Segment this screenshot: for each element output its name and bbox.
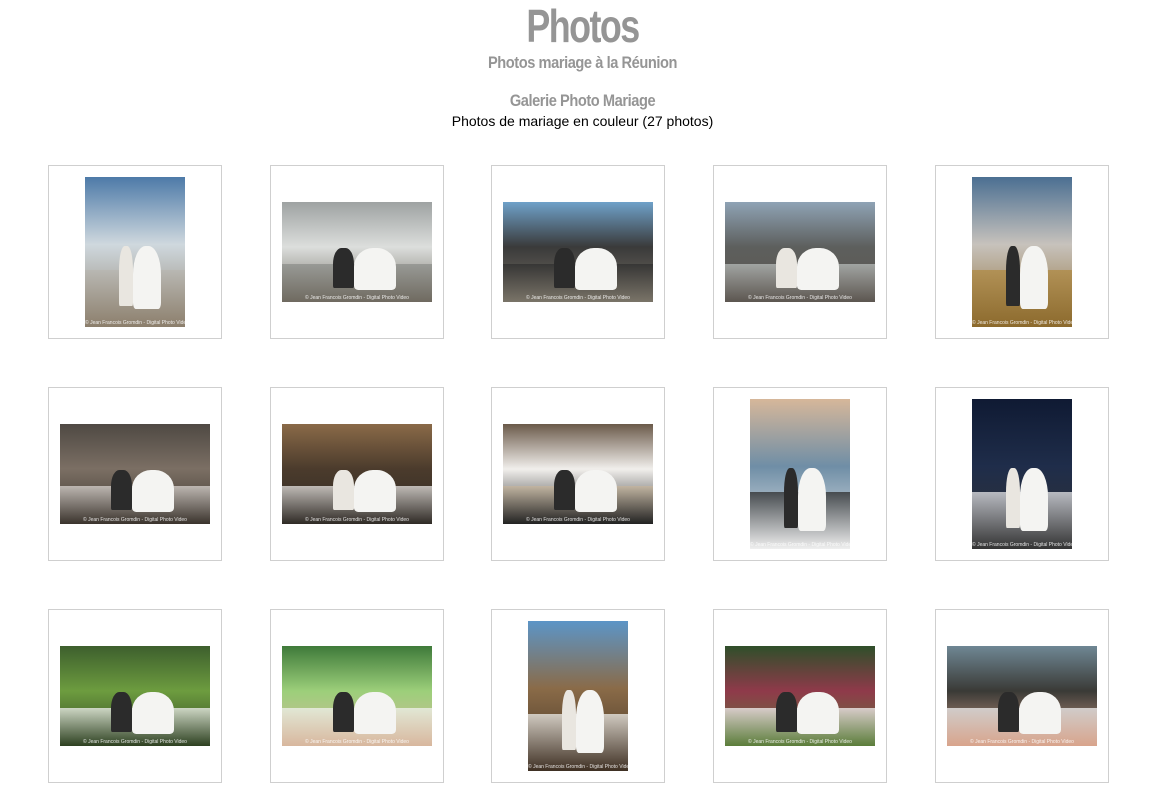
gallery-thumbnail[interactable]: © Jean Francois Gromdin - Digital Photo … — [491, 609, 665, 783]
bride-figure — [354, 470, 396, 512]
groom-figure — [776, 248, 797, 288]
bride-figure — [797, 248, 839, 290]
gallery-thumbnail[interactable]: © Jean Francois Gromdin - Digital Photo … — [48, 387, 222, 561]
photo-watermark: © Jean Francois Gromdin - Digital Photo … — [83, 517, 187, 523]
photo-watermark: © Jean Francois Gromdin - Digital Photo … — [526, 517, 630, 523]
bride-figure — [132, 692, 174, 734]
photo-watermark: © Jean Francois Gromdin - Digital Photo … — [305, 295, 409, 301]
groom-figure — [784, 468, 798, 528]
bride-figure — [1019, 692, 1061, 734]
gallery-thumbnail[interactable]: © Jean Francois Gromdin - Digital Photo … — [935, 165, 1109, 339]
groom-figure — [333, 470, 354, 510]
bride-figure — [133, 246, 161, 309]
wedding-photo: © Jean Francois Gromdin - Digital Photo … — [60, 424, 210, 524]
gallery-thumbnail[interactable]: © Jean Francois Gromdin - Digital Photo … — [491, 387, 665, 561]
groom-figure — [776, 692, 797, 732]
photo-watermark: © Jean Francois Gromdin - Digital Photo … — [748, 295, 852, 301]
gallery-title[interactable]: Galerie Photo Mariage — [82, 90, 1084, 112]
groom-figure — [1006, 246, 1020, 306]
bride-figure — [354, 248, 396, 290]
wedding-photo: © Jean Francois Gromdin - Digital Photo … — [60, 646, 210, 746]
groom-figure — [333, 692, 354, 732]
photo-watermark: © Jean Francois Gromdin - Digital Photo … — [305, 517, 409, 523]
wedding-photo: © Jean Francois Gromdin - Digital Photo … — [947, 646, 1097, 746]
bride-figure — [1020, 468, 1048, 531]
photo-gallery-grid: © Jean Francois Gromdin - Digital Photo … — [48, 165, 1110, 789]
gallery-thumbnail[interactable]: © Jean Francois Gromdin - Digital Photo … — [48, 609, 222, 783]
wedding-photo: © Jean Francois Gromdin - Digital Photo … — [972, 399, 1072, 549]
wedding-photo: © Jean Francois Gromdin - Digital Photo … — [503, 424, 653, 524]
photo-watermark: © Jean Francois Gromdin - Digital Photo … — [83, 739, 187, 745]
groom-figure — [554, 248, 575, 288]
wedding-photo: © Jean Francois Gromdin - Digital Photo … — [85, 177, 185, 327]
bride-figure — [354, 692, 396, 734]
bride-figure — [797, 692, 839, 734]
bride-figure — [1020, 246, 1048, 309]
wedding-photo: © Jean Francois Gromdin - Digital Photo … — [725, 646, 875, 746]
photo-watermark: © Jean Francois Gromdin - Digital Photo … — [526, 295, 630, 301]
gallery-description: Photos de mariage en couleur (27 photos) — [451, 113, 714, 129]
groom-figure — [333, 248, 354, 288]
photo-watermark: © Jean Francois Gromdin - Digital Photo … — [750, 542, 850, 548]
gallery-thumbnail[interactable]: © Jean Francois Gromdin - Digital Photo … — [48, 165, 222, 339]
gallery-thumbnail[interactable]: © Jean Francois Gromdin - Digital Photo … — [713, 165, 887, 339]
gallery-thumbnail[interactable]: © Jean Francois Gromdin - Digital Photo … — [713, 387, 887, 561]
bride-figure — [798, 468, 826, 531]
groom-figure — [562, 690, 576, 750]
bride-figure — [575, 248, 617, 290]
wedding-photo: © Jean Francois Gromdin - Digital Photo … — [528, 621, 628, 771]
wedding-photo: © Jean Francois Gromdin - Digital Photo … — [282, 202, 432, 302]
photo-watermark: © Jean Francois Gromdin - Digital Photo … — [972, 542, 1072, 548]
wedding-photo: © Jean Francois Gromdin - Digital Photo … — [282, 646, 432, 746]
groom-figure — [554, 470, 575, 510]
gallery-thumbnail[interactable]: © Jean Francois Gromdin - Digital Photo … — [935, 387, 1109, 561]
photo-watermark: © Jean Francois Gromdin - Digital Photo … — [972, 320, 1072, 326]
groom-figure — [119, 246, 133, 306]
photo-watermark: © Jean Francois Gromdin - Digital Photo … — [748, 739, 852, 745]
bride-figure — [575, 470, 617, 512]
wedding-photo: © Jean Francois Gromdin - Digital Photo … — [972, 177, 1072, 327]
groom-figure — [998, 692, 1019, 732]
bride-figure — [576, 690, 604, 753]
gallery-thumbnail[interactable]: © Jean Francois Gromdin - Digital Photo … — [935, 609, 1109, 783]
photo-watermark: © Jean Francois Gromdin - Digital Photo … — [85, 320, 185, 326]
groom-figure — [111, 692, 132, 732]
groom-figure — [1006, 468, 1020, 528]
photo-watermark: © Jean Francois Gromdin - Digital Photo … — [305, 739, 409, 745]
wedding-photo: © Jean Francois Gromdin - Digital Photo … — [725, 202, 875, 302]
gallery-thumbnail[interactable]: © Jean Francois Gromdin - Digital Photo … — [713, 609, 887, 783]
wedding-photo: © Jean Francois Gromdin - Digital Photo … — [503, 202, 653, 302]
page-title: Photos — [526, 0, 640, 52]
wedding-photo: © Jean Francois Gromdin - Digital Photo … — [282, 424, 432, 524]
photo-watermark: © Jean Francois Gromdin - Digital Photo … — [970, 739, 1074, 745]
gallery-thumbnail[interactable]: © Jean Francois Gromdin - Digital Photo … — [270, 387, 444, 561]
groom-figure — [111, 470, 132, 510]
photo-watermark: © Jean Francois Gromdin - Digital Photo … — [528, 764, 628, 770]
bride-figure — [132, 470, 174, 512]
gallery-thumbnail[interactable]: © Jean Francois Gromdin - Digital Photo … — [491, 165, 665, 339]
wedding-photo: © Jean Francois Gromdin - Digital Photo … — [750, 399, 850, 549]
gallery-thumbnail[interactable]: © Jean Francois Gromdin - Digital Photo … — [270, 165, 444, 339]
gallery-thumbnail[interactable]: © Jean Francois Gromdin - Digital Photo … — [270, 609, 444, 783]
page-subtitle: Photos mariage à la Réunion — [487, 53, 678, 72]
